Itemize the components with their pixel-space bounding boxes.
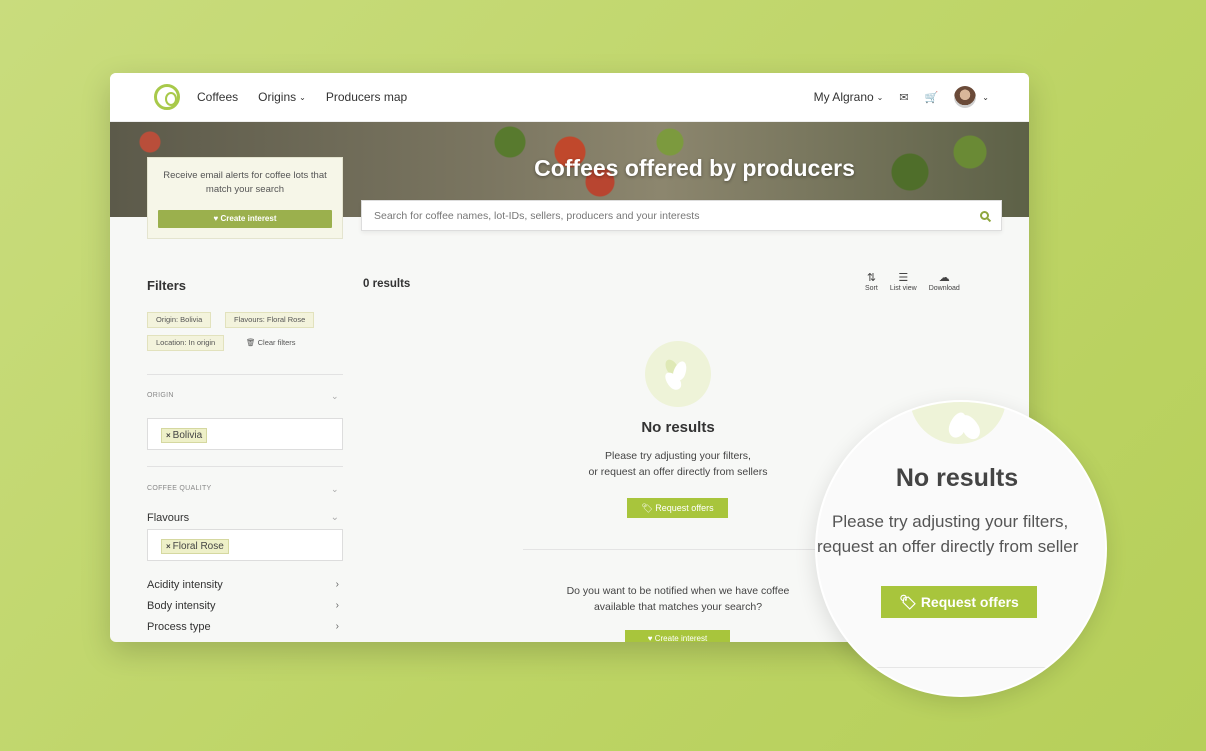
flavours-row[interactable]: Flavours ⌄ [147,512,339,524]
chevron-down-icon: ⌄ [299,92,306,102]
process-type-row[interactable]: Process type › [147,621,339,633]
origin-tag-field[interactable]: × Bolivia [147,418,343,450]
process-type-label: Process type [147,621,211,633]
chevron-right-icon: › [335,621,339,632]
flavour-tag-field[interactable]: × Floral Rose [147,529,343,561]
chevron-down-icon[interactable]: ⌄ [331,391,339,402]
nav-origins[interactable]: Origins ⌄ [258,90,306,104]
magnified-request-offers-button[interactable]: 🏷 Request offers [881,586,1037,618]
chevron-right-icon: › [335,579,339,590]
body-intensity-label: Body intensity [147,600,216,612]
magnified-message: Please try adjusting your filters, reque… [817,509,1105,559]
nav-coffees[interactable]: Coffees [197,90,238,104]
acidity-intensity-label: Acidity intensity [147,579,223,591]
flavours-label: Flavours [147,512,190,524]
chevron-right-icon: › [335,600,339,611]
avatar [954,86,977,108]
sort-icon: ⇅ [866,272,877,284]
my-algrano-label: My Algrano [813,90,874,104]
notify-message: Do you want to be notified when we have … [523,583,833,615]
origin-section-label: ORIGIN [147,392,174,399]
notify-line2: available that matches your search? [593,601,763,613]
nav-producers-map[interactable]: Producers map [326,90,407,104]
chevron-down-icon: ⌄ [982,92,989,102]
search-icon[interactable] [980,211,989,220]
remove-tag-icon[interactable]: × [166,542,171,551]
results-count: 0 results [363,278,411,290]
flavour-tag-label: Floral Rose [172,541,224,552]
list-view-label: List view [889,285,917,292]
notify-line1: Do you want to be notified when we have … [566,585,790,597]
search-bar [361,200,1002,231]
nav-producers-map-label: Producers map [325,90,408,104]
my-algrano-menu[interactable]: My Algrano ⌄ [814,90,884,104]
remove-tag-icon[interactable]: × [166,431,171,440]
create-interest-button[interactable]: ♥ Create interest [158,210,332,228]
divider [817,667,1105,668]
magnified-line2: request an offer directly from seller [817,537,1079,556]
flavour-tag: × Floral Rose [161,539,229,554]
magnifier-callout: No results Please try adjusting your fil… [815,400,1107,697]
request-offers-button[interactable]: 🏷 Request offers [627,498,728,518]
clear-filters-link[interactable]: 🗑 Clear filters [246,338,296,347]
email-alert-box: Receive email alerts for coffee lots tha… [147,157,343,239]
request-offers-label: Request offers [655,503,714,513]
mail-icon[interactable]: ✉ [899,91,908,104]
chevron-down-icon: ⌄ [330,512,339,523]
cloud-download-icon: ☁ [938,272,950,284]
sort-label: Sort [865,285,878,292]
divider [523,549,833,550]
tag-icon: 🏷 [641,503,656,513]
filter-chip-flavours[interactable]: Flavours: Floral Rose [225,312,315,328]
download-label: Download [928,285,960,292]
filters-title: Filters [147,278,187,293]
chevron-down-icon: ⌄ [876,92,884,102]
profile-menu[interactable]: ⌄ [954,86,989,108]
filter-chip-origin[interactable]: Origin: Bolivia [147,312,212,328]
no-results-heading: No results [641,419,715,436]
origin-tag-label: Bolivia [172,430,203,441]
magnified-request-offers-label: Request offers [920,594,1019,610]
magnified-no-results-heading: No results [895,464,1019,492]
list-view-button[interactable]: ☰ List view [890,272,917,292]
tag-icon: 🏷 [899,594,921,610]
top-nav: Coffees Origins ⌄ Producers map My Algran… [110,73,1029,122]
filter-chip-location[interactable]: Location: In origin [147,335,225,351]
no-results-line2: or request an offer directly from seller… [588,466,768,478]
acidity-intensity-row[interactable]: Acidity intensity › [147,579,339,591]
email-alert-text: Receive email alerts for coffee lots tha… [163,170,327,195]
divider [147,374,343,375]
chevron-down-icon[interactable]: ⌄ [331,484,339,495]
algrano-logo[interactable] [154,84,180,110]
download-button[interactable]: ☁ Download [929,272,960,292]
list-icon: ☰ [898,272,909,284]
create-interest-button-bottom[interactable]: ♥ Create interest [625,630,730,642]
coffee-leaf-icon [910,402,1006,444]
magnified-line1: Please try adjusting your filters, [832,512,1069,531]
nav-origins-label: Origins [258,90,297,104]
body-intensity-row[interactable]: Body intensity › [147,600,339,612]
search-input[interactable] [374,209,980,222]
coffee-leaf-icon [645,341,711,407]
no-results-line1: Please try adjusting your filters, [605,450,751,462]
coffee-quality-label: COFFEE QUALITY [147,485,212,492]
divider [147,466,343,467]
cart-icon[interactable]: 🛒 [925,91,939,104]
nav-coffees-label: Coffees [197,90,239,104]
results-toolbar: ⇅ Sort ☰ List view ☁ Download [865,272,960,292]
sort-button[interactable]: ⇅ Sort [865,272,878,292]
no-results-message: Please try adjusting your filters, or re… [523,448,833,480]
page-title: Coffees offered by producers [534,155,855,181]
origin-tag: × Bolivia [161,428,208,443]
